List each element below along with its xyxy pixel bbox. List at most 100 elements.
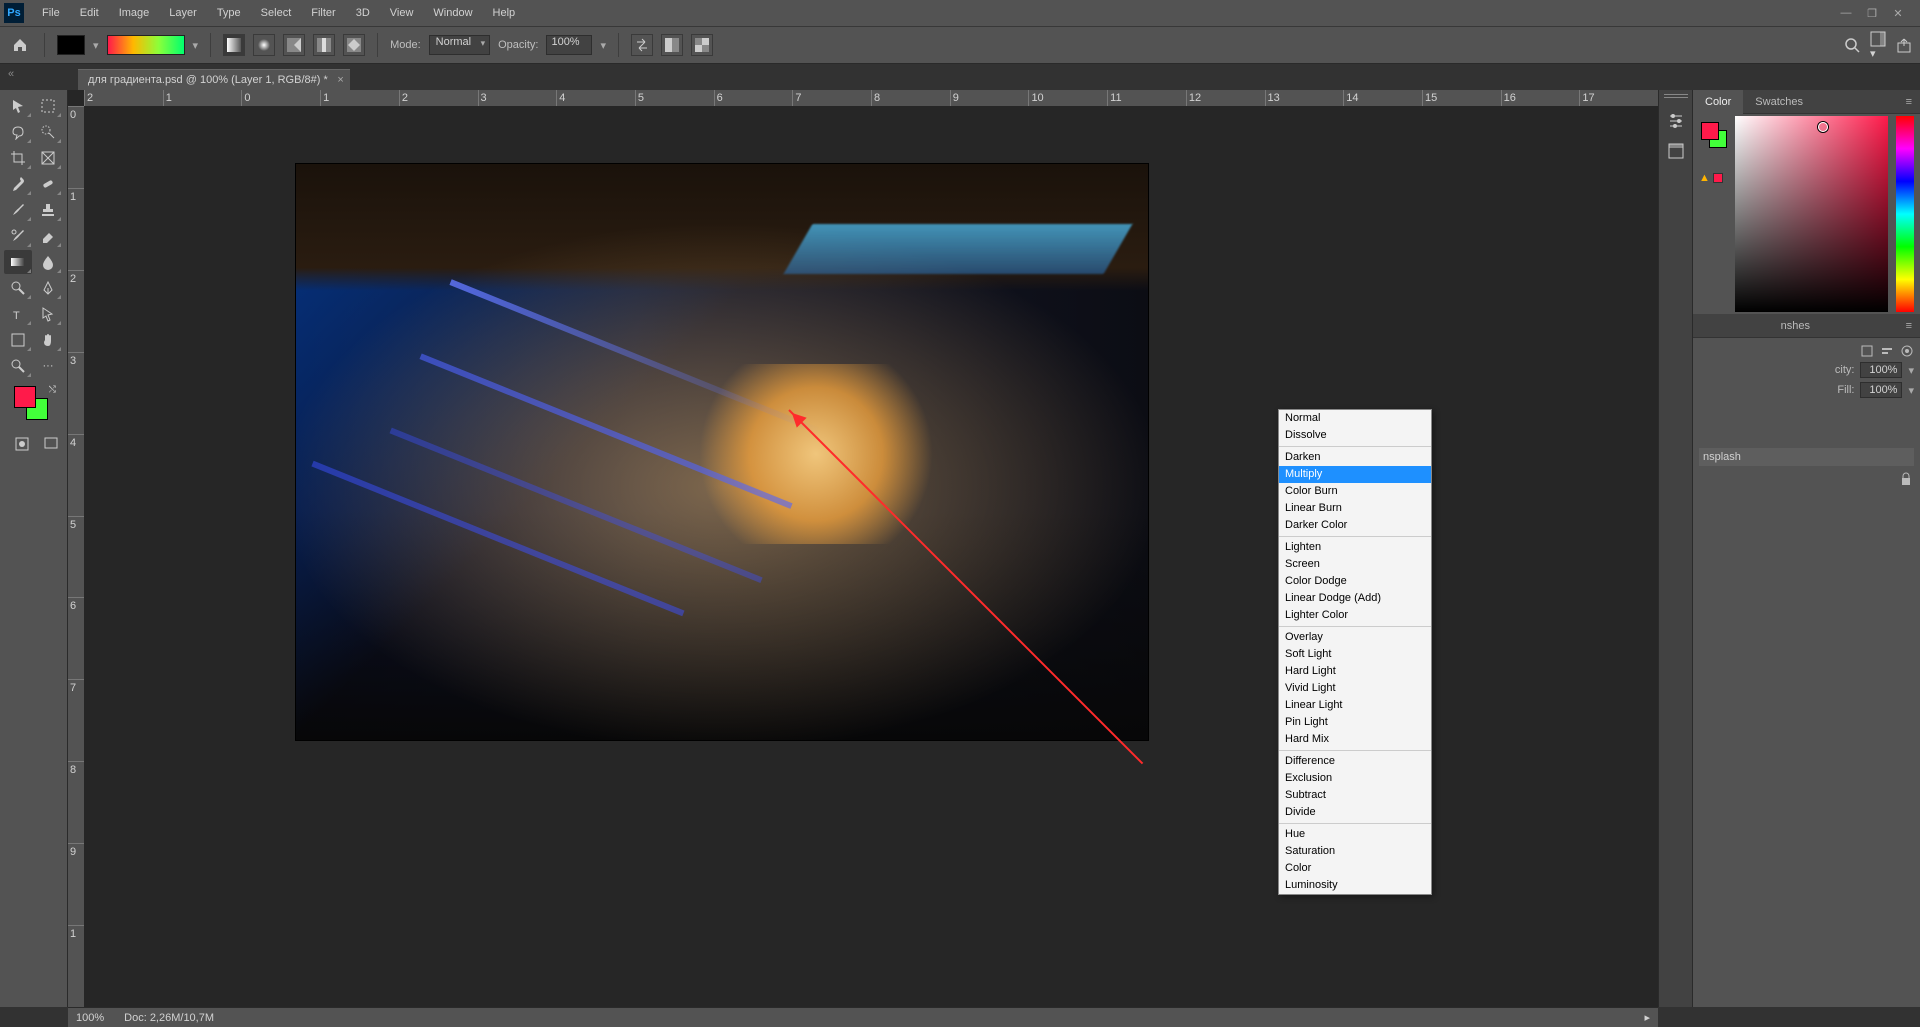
document-tab[interactable]: для градиента.psd @ 100% (Layer 1, RGB/8… (78, 69, 350, 90)
close-button[interactable]: ✕ (1888, 5, 1908, 21)
hue-slider[interactable] (1896, 116, 1914, 312)
shape-tool[interactable] (4, 328, 32, 352)
stamp-tool[interactable] (34, 198, 62, 222)
blend-mode-lighten[interactable]: Lighten (1279, 539, 1431, 556)
menu-layer[interactable]: Layer (159, 0, 207, 26)
blend-mode-color-dodge[interactable]: Color Dodge (1279, 573, 1431, 590)
foreground-swatch[interactable] (57, 35, 85, 55)
panel-menu-icon[interactable]: ≡ (1898, 320, 1920, 332)
blur-tool[interactable] (34, 250, 62, 274)
tab-brushes-partial[interactable]: nshes (1769, 314, 1822, 338)
mask-icon[interactable] (1900, 344, 1914, 358)
panel-menu-icon[interactable]: ≡ (1898, 96, 1920, 108)
menu-type[interactable]: Type (207, 0, 251, 26)
pen-tool[interactable] (34, 276, 62, 300)
color-field[interactable] (1735, 116, 1888, 312)
dither-button[interactable] (661, 34, 683, 56)
layer-row[interactable]: nsplash (1699, 448, 1914, 466)
tab-color[interactable]: Color (1693, 90, 1743, 114)
blend-mode-linear-light[interactable]: Linear Light (1279, 697, 1431, 714)
blend-mode-dropdown[interactable]: NormalDissolveDarkenMultiplyColor BurnLi… (1278, 409, 1432, 895)
gradient-tool[interactable] (4, 250, 32, 274)
panel-fgbg[interactable] (1701, 122, 1727, 148)
blend-mode-multiply[interactable]: Multiply (1279, 466, 1431, 483)
home-button[interactable] (8, 33, 32, 57)
radial-gradient-button[interactable] (253, 34, 275, 56)
blend-mode-hard-light[interactable]: Hard Light (1279, 663, 1431, 680)
eyedropper-tool[interactable] (4, 172, 32, 196)
transparency-button[interactable] (691, 34, 713, 56)
swap-colors-icon[interactable]: ⤭ (49, 384, 56, 395)
blend-mode-hue[interactable]: Hue (1279, 826, 1431, 843)
opacity-input[interactable]: 100% (546, 35, 592, 55)
share-icon[interactable] (1896, 37, 1912, 53)
blend-mode-overlay[interactable]: Overlay (1279, 629, 1431, 646)
blend-mode-soft-light[interactable]: Soft Light (1279, 646, 1431, 663)
menu-3d[interactable]: 3D (346, 0, 380, 26)
dodge-tool[interactable] (4, 276, 32, 300)
zoom-tool[interactable] (4, 354, 32, 378)
close-tab-icon[interactable]: × (337, 74, 343, 86)
blend-mode-linear-dodge-add-[interactable]: Linear Dodge (Add) (1279, 590, 1431, 607)
menu-window[interactable]: Window (423, 0, 482, 26)
history-brush-tool[interactable] (4, 224, 32, 248)
blend-mode-color-burn[interactable]: Color Burn (1279, 483, 1431, 500)
search-icon[interactable] (1844, 37, 1860, 53)
blend-mode-saturation[interactable]: Saturation (1279, 843, 1431, 860)
move-tool[interactable] (4, 94, 32, 118)
menu-filter[interactable]: Filter (301, 0, 345, 26)
reflected-gradient-button[interactable] (313, 34, 335, 56)
menu-image[interactable]: Image (109, 0, 160, 26)
blend-mode-normal[interactable]: Normal (1279, 410, 1431, 427)
edit-toolbar[interactable]: ··· (34, 354, 62, 378)
gradient-preview[interactable] (107, 35, 185, 55)
blend-mode-linear-burn[interactable]: Linear Burn (1279, 500, 1431, 517)
blend-mode-pin-light[interactable]: Pin Light (1279, 714, 1431, 731)
brush-tool[interactable] (4, 198, 32, 222)
transform-icon[interactable] (1860, 344, 1874, 358)
hand-tool[interactable] (34, 328, 62, 352)
angle-gradient-button[interactable] (283, 34, 305, 56)
blend-mode-subtract[interactable]: Subtract (1279, 787, 1431, 804)
zoom-level[interactable]: 100% (76, 1012, 104, 1024)
adjustments-icon[interactable] (1663, 108, 1689, 134)
blend-mode-hard-mix[interactable]: Hard Mix (1279, 731, 1431, 748)
menu-file[interactable]: File (32, 0, 70, 26)
color-swatches[interactable]: ⤭ (14, 386, 54, 426)
screenmode-button[interactable] (39, 432, 64, 456)
blend-mode-vivid-light[interactable]: Vivid Light (1279, 680, 1431, 697)
lock-icon[interactable] (1900, 472, 1912, 486)
menu-select[interactable]: Select (251, 0, 302, 26)
type-tool[interactable]: T (4, 302, 32, 326)
diamond-gradient-button[interactable] (343, 34, 365, 56)
blend-mode-divide[interactable]: Divide (1279, 804, 1431, 821)
blend-mode-color[interactable]: Color (1279, 860, 1431, 877)
tab-swatches[interactable]: Swatches (1743, 90, 1815, 114)
frame-tool[interactable] (34, 146, 62, 170)
menu-edit[interactable]: Edit (70, 0, 109, 26)
quick-select-tool[interactable] (34, 120, 62, 144)
mode-select[interactable]: Normal (429, 35, 490, 55)
blend-mode-lighter-color[interactable]: Lighter Color (1279, 607, 1431, 624)
blend-mode-screen[interactable]: Screen (1279, 556, 1431, 573)
blend-mode-darken[interactable]: Darken (1279, 449, 1431, 466)
heal-tool[interactable] (34, 172, 62, 196)
gamut-warning[interactable]: ▲ (1699, 172, 1723, 184)
blend-mode-dissolve[interactable]: Dissolve (1279, 427, 1431, 444)
align-icon[interactable] (1880, 344, 1894, 358)
layer-fill-value[interactable]: 100% (1860, 382, 1902, 398)
path-select-tool[interactable] (34, 302, 62, 326)
eraser-tool[interactable] (34, 224, 62, 248)
doc-size[interactable]: Doc: 2,26M/10,7M (124, 1012, 214, 1024)
blend-mode-darker-color[interactable]: Darker Color (1279, 517, 1431, 534)
menu-help[interactable]: Help (483, 0, 526, 26)
reverse-button[interactable] (631, 34, 653, 56)
linear-gradient-button[interactable] (223, 34, 245, 56)
layer-opacity-value[interactable]: 100% (1860, 362, 1902, 378)
marquee-tool[interactable] (34, 94, 62, 118)
lasso-tool[interactable] (4, 120, 32, 144)
maximize-button[interactable]: ❐ (1862, 5, 1882, 21)
menu-view[interactable]: View (380, 0, 424, 26)
status-chevron-icon[interactable]: ▸ (1644, 1011, 1650, 1024)
workspace-button[interactable]: ▾ (1870, 31, 1886, 60)
